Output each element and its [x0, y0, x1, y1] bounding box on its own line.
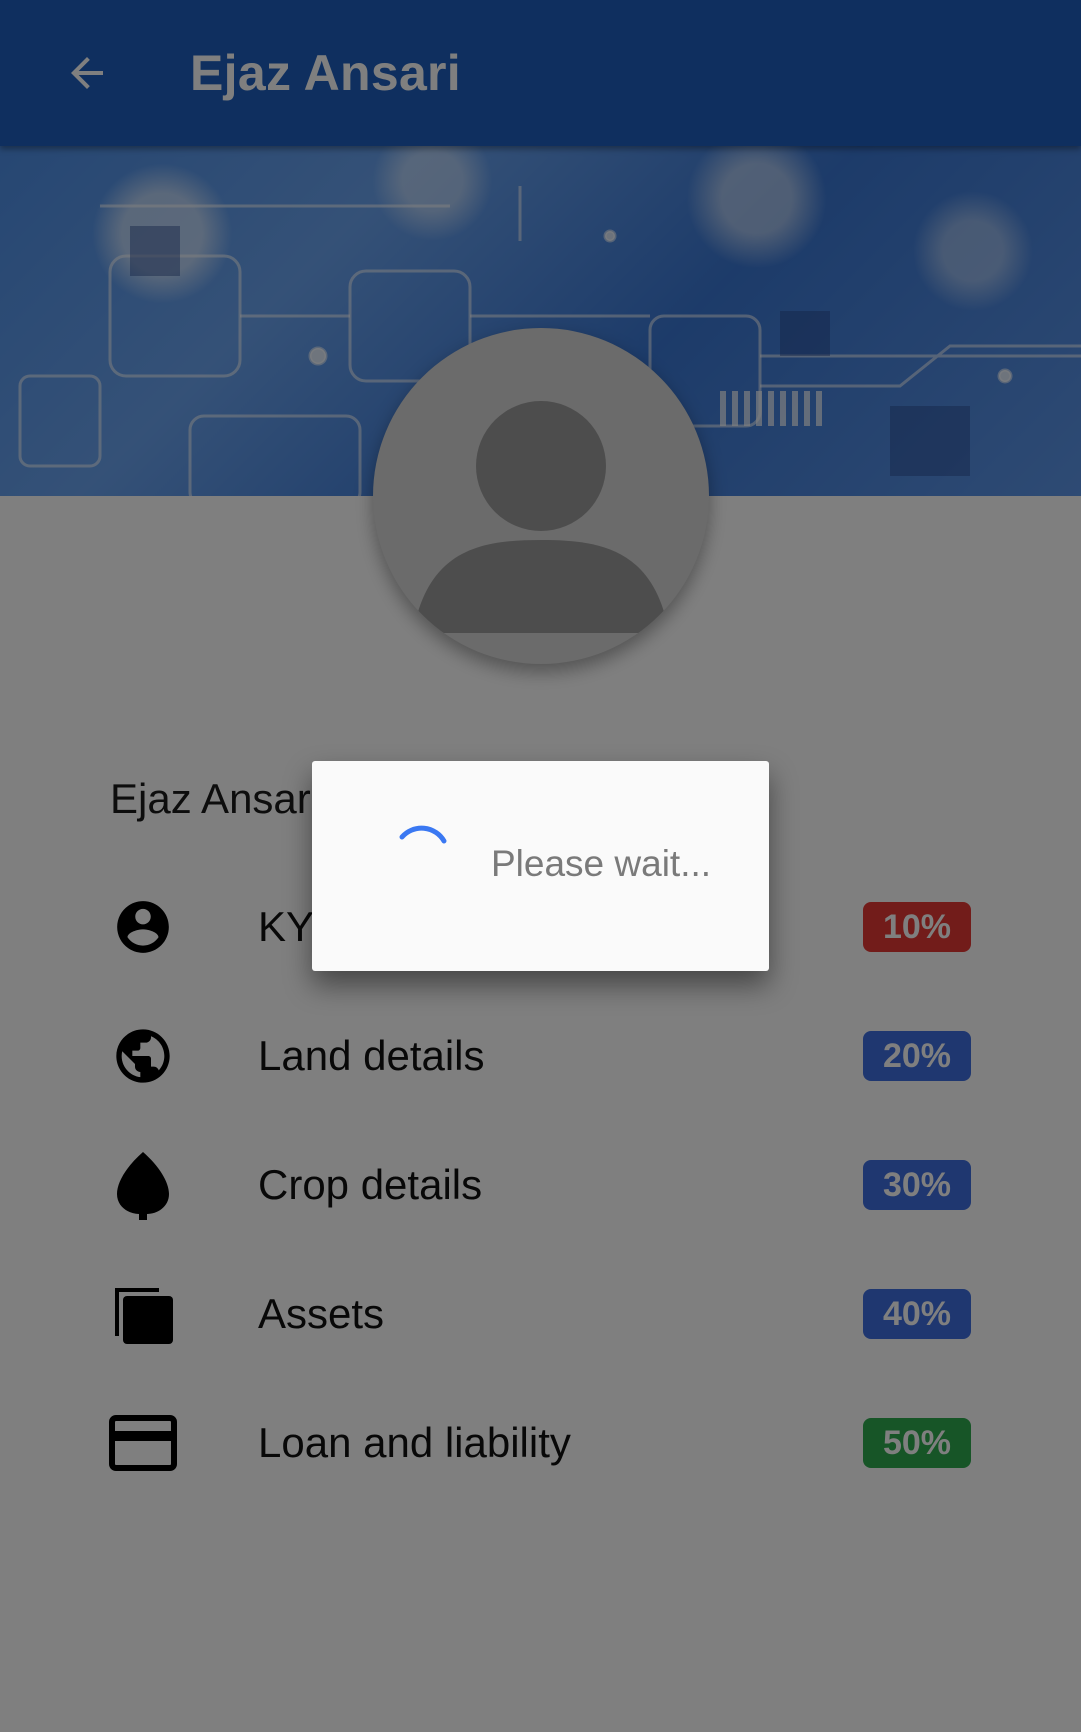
loading-dialog: Please wait... — [312, 761, 769, 971]
dialog-message: Please wait... — [491, 843, 712, 884]
loading-spinner-icon — [399, 825, 447, 844]
